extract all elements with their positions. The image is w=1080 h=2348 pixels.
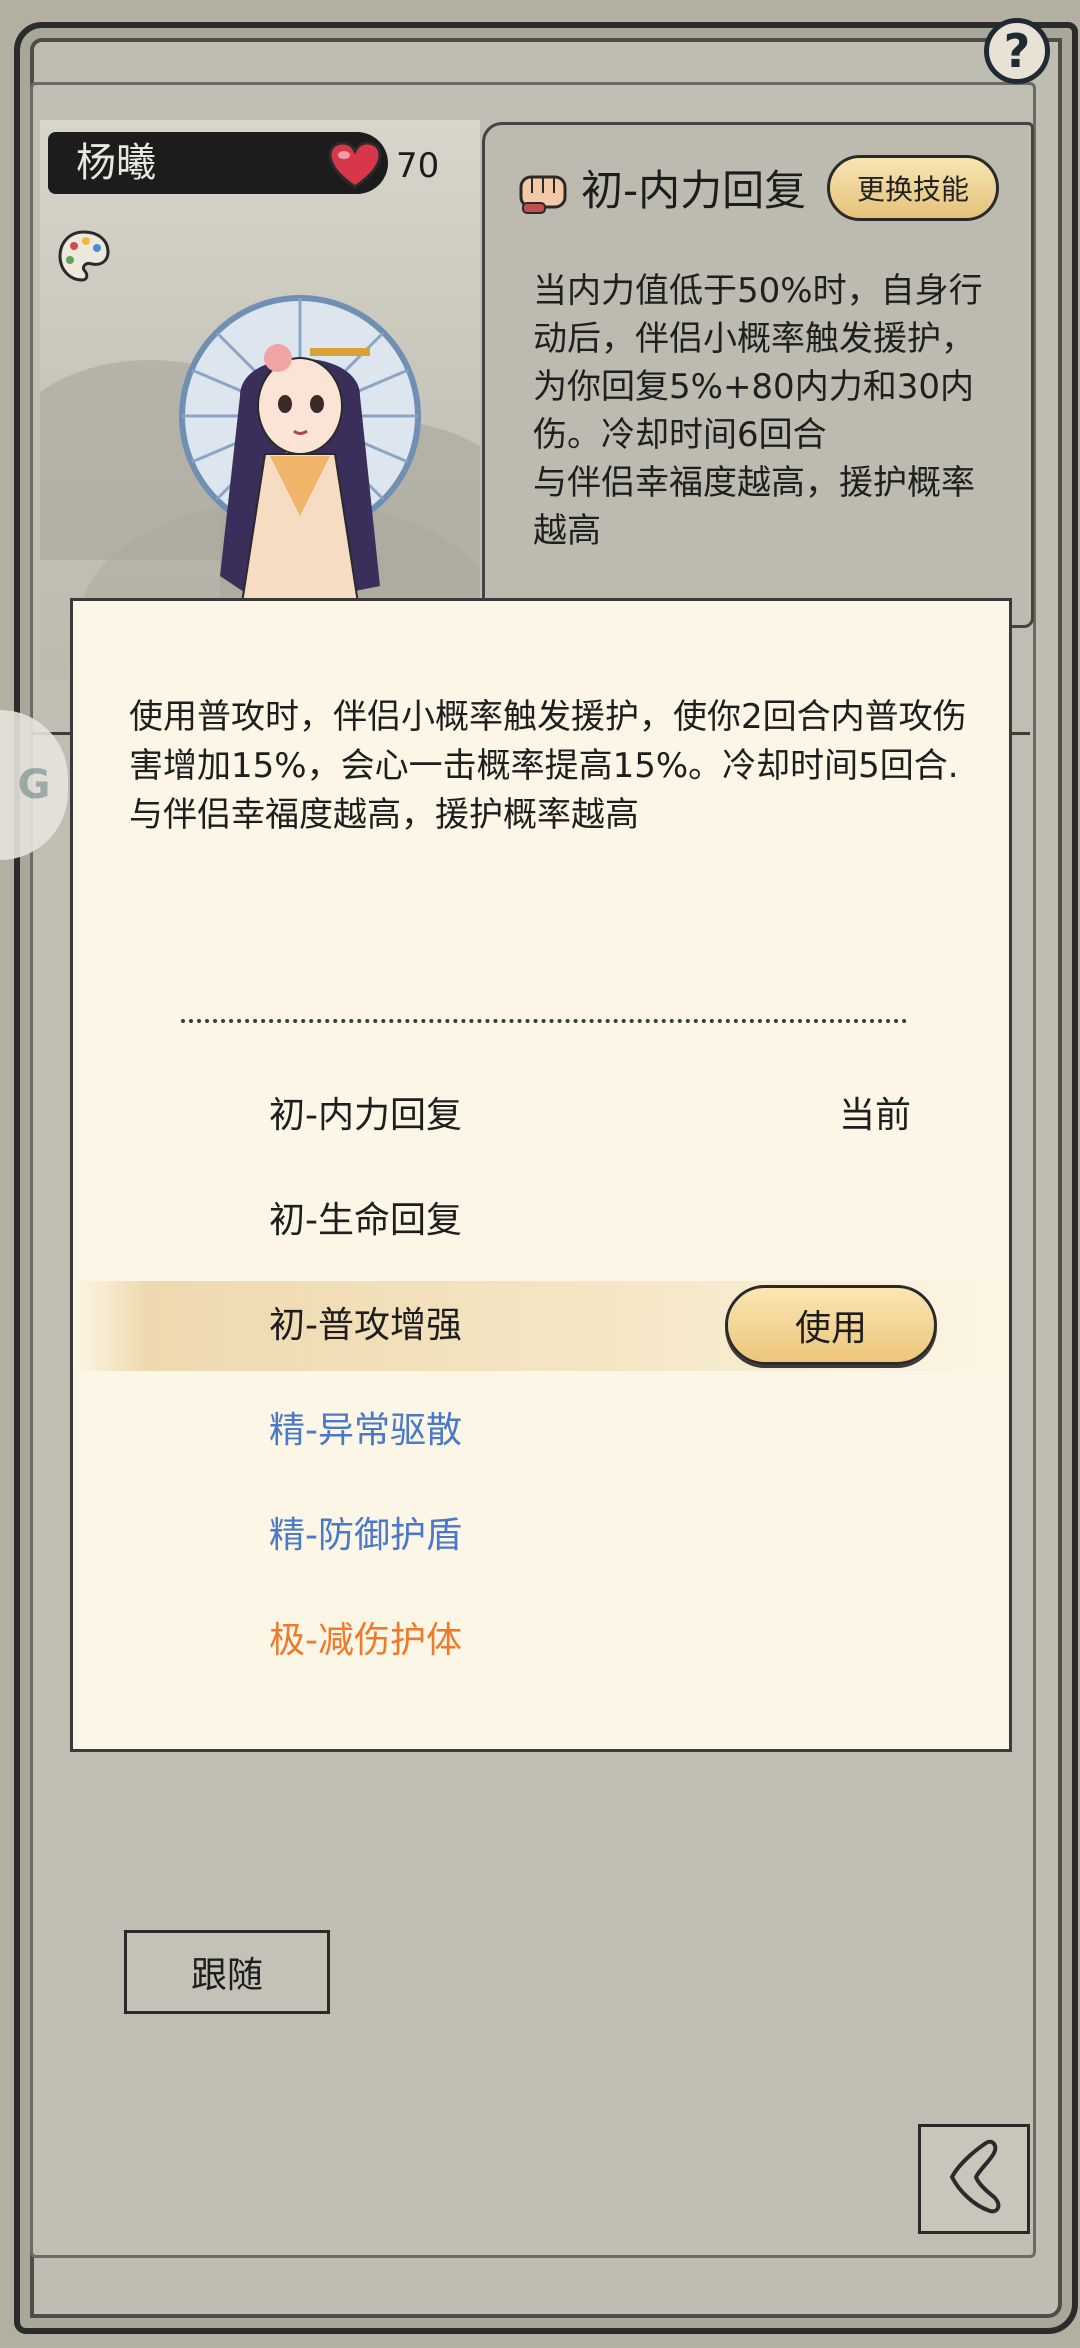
follow-button[interactable]: 跟随 (124, 1930, 330, 2014)
skill-option[interactable]: 极-减伤护体 (73, 1596, 1009, 1686)
skill-option-label: 初-普攻增强 (269, 1305, 462, 1346)
heart-icon (326, 140, 384, 192)
current-skill-card: 初-内力回复 更换技能 当内力值低于50%时，自身行动后，伴侣小概率触发援护，为… (482, 122, 1034, 628)
skill-option-label: 精-防御护盾 (269, 1515, 462, 1556)
skill-option-selected[interactable]: 初-普攻增强 使用 (73, 1281, 1009, 1371)
skill-option[interactable]: 精-防御护盾 (73, 1491, 1009, 1581)
back-icon (938, 2135, 1010, 2223)
skill-option-label: 初-内力回复 (269, 1095, 462, 1136)
character-portrait (170, 286, 430, 617)
skill-option-label: 极-减伤护体 (269, 1620, 462, 1661)
skill-description: 当内力值低于50%时，自身行动后，伴侣小概率触发援护，为你回复5%+80内力和3… (533, 271, 983, 551)
skill-option[interactable]: 初-生命回复 (73, 1176, 1009, 1266)
affection-value: 70 (396, 146, 440, 186)
skill-option-label: 初-生命回复 (269, 1200, 462, 1241)
modal-skill-description: 使用普攻时，伴侣小概率触发援护，使你2回合内普攻伤害增加15%，会心一击概率提高… (129, 697, 967, 835)
palette-icon[interactable] (56, 228, 112, 284)
dotted-divider (181, 1019, 907, 1029)
back-button[interactable] (918, 2124, 1030, 2234)
skill-option[interactable]: 精-异常驱散 (73, 1386, 1009, 1476)
skill-option[interactable]: 初-内力回复 当前 (73, 1071, 1009, 1161)
use-button[interactable]: 使用 (725, 1285, 937, 1365)
help-button[interactable]: ? (984, 18, 1050, 84)
current-tag: 当前 (839, 1095, 912, 1136)
skill-select-modal: 使用普攻时，伴侣小概率触发援护，使你2回合内普攻伤害增加15%，会心一击概率提高… (70, 598, 1012, 1752)
change-skill-button[interactable]: 更换技能 (827, 155, 999, 221)
skill-option-label: 精-异常驱散 (269, 1410, 462, 1451)
skill-title: 初-内力回复 (581, 166, 807, 215)
fist-icon (515, 163, 571, 219)
